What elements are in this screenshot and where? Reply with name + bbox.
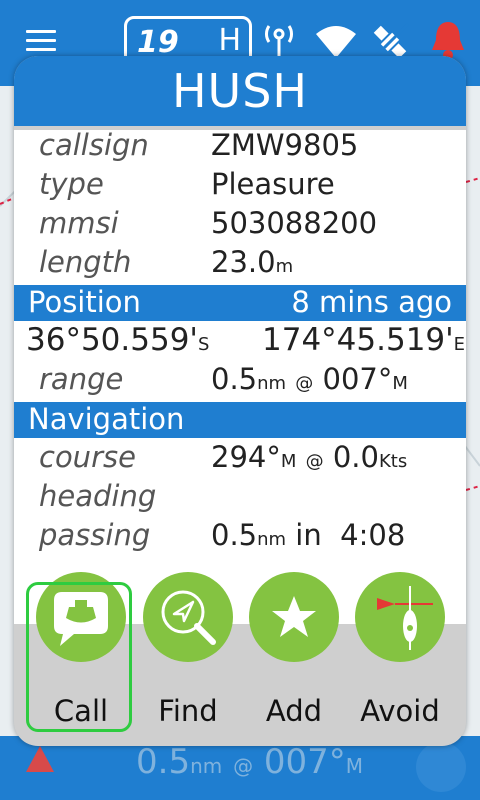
speed-over-ground: 0.0: [332, 440, 379, 474]
longitude-value: 174°45.519': [262, 322, 454, 358]
latitude-value: 36°50.559': [26, 322, 198, 358]
mmsi-row: mmsi 503088200: [14, 206, 466, 244]
bottom-range-unit: nm: [190, 754, 223, 778]
call-button-selection-outline: [26, 582, 132, 732]
latitude-hemisphere: S: [197, 334, 210, 355]
callsign-value: ZMW9805: [211, 130, 359, 162]
find-label: Find: [158, 694, 218, 728]
add-label: Add: [265, 694, 323, 728]
type-value: Pleasure: [211, 167, 335, 201]
bottom-range-value: 0.5: [136, 742, 191, 782]
course-at: @: [305, 451, 324, 472]
speed-unit: Kts: [378, 451, 408, 472]
find-icon-circle[interactable]: [143, 572, 233, 662]
range-bearing-ref: M: [392, 373, 408, 394]
find-button[interactable]: Find: [135, 572, 239, 740]
course-row: course 294°M @ 0.0Kts: [14, 440, 466, 478]
range-row: range 0.5nm @ 007°M: [14, 362, 466, 400]
vessel-name-title: HUSH: [14, 56, 466, 126]
latitude: 36°50.559'S: [26, 322, 209, 358]
vessel-details-panel[interactable]: callsign ZMW9805 type Pleasure mmsi 5030…: [14, 130, 466, 624]
type-label: type: [39, 167, 104, 201]
heading-label: heading: [39, 479, 157, 513]
warning-triangle-icon[interactable]: [24, 744, 56, 774]
length-row: length 23.0m: [14, 245, 466, 283]
navigation-header: Navigation: [14, 402, 466, 438]
range-unit: nm: [257, 373, 287, 394]
length-unit: m: [275, 256, 294, 277]
position-header-label: Position: [28, 285, 141, 319]
find-magnifier-icon: [161, 590, 216, 645]
course-ref: M: [280, 451, 297, 472]
bottom-bearing-ref: M: [345, 754, 364, 778]
star-icon: [272, 596, 316, 637]
add-icon-circle[interactable]: [249, 572, 339, 662]
position-header: Position 8 mins ago: [14, 285, 466, 321]
wifi-icon[interactable]: [314, 24, 358, 60]
speed-value: 19: [137, 25, 179, 60]
course-value-group: 294°M @ 0.0Kts: [211, 440, 407, 474]
range-value: 0.5: [211, 362, 258, 396]
course-label: course: [39, 440, 136, 474]
type-row: type Pleasure: [14, 167, 466, 205]
longitude-hemisphere: E: [453, 334, 466, 355]
range-label: range: [39, 362, 124, 396]
position-age: 8 mins ago: [291, 285, 452, 319]
compass-icon[interactable]: [416, 742, 466, 792]
passing-in: in: [295, 518, 322, 552]
length-label: length: [39, 245, 132, 279]
passing-time: 4:08: [340, 518, 406, 552]
course-value: 294°: [211, 440, 281, 474]
bottom-bearing: 007°: [263, 742, 346, 782]
menu-icon[interactable]: [26, 30, 56, 52]
add-button[interactable]: Add: [241, 572, 345, 740]
bottom-range-readout: 0.5nm @ 007°M: [136, 742, 363, 782]
length-value-group: 23.0m: [211, 245, 293, 279]
passing-value: 0.5: [211, 518, 258, 552]
mmsi-value: 503088200: [211, 206, 378, 240]
mmsi-label: mmsi: [39, 206, 119, 240]
passing-label: passing: [39, 518, 151, 552]
range-bearing: 007°: [322, 362, 393, 396]
passing-unit: nm: [257, 529, 287, 550]
callsign-row: callsign ZMW9805: [14, 130, 466, 166]
range-at: @: [295, 373, 314, 394]
navigation-header-label: Navigation: [28, 402, 185, 436]
avoid-buoy-icon: [377, 586, 433, 650]
avoid-label: Avoid: [360, 694, 440, 728]
passing-row: passing 0.5nm in 4:08: [14, 518, 466, 556]
callsign-label: callsign: [39, 130, 149, 162]
longitude: 174°45.519'E: [262, 322, 465, 358]
length-value: 23.0: [211, 245, 276, 279]
speed-unit: H: [218, 23, 241, 58]
bottom-at: @: [233, 754, 254, 778]
avoid-button[interactable]: Avoid: [347, 572, 451, 740]
range-value-group: 0.5nm @ 007°M: [211, 362, 408, 396]
heading-row: heading: [14, 479, 466, 517]
coordinates-row: 36°50.559'S 174°45.519'E: [14, 322, 466, 360]
avoid-icon-circle[interactable]: [355, 572, 445, 662]
passing-value-group: 0.5nm in 4:08: [211, 518, 405, 552]
